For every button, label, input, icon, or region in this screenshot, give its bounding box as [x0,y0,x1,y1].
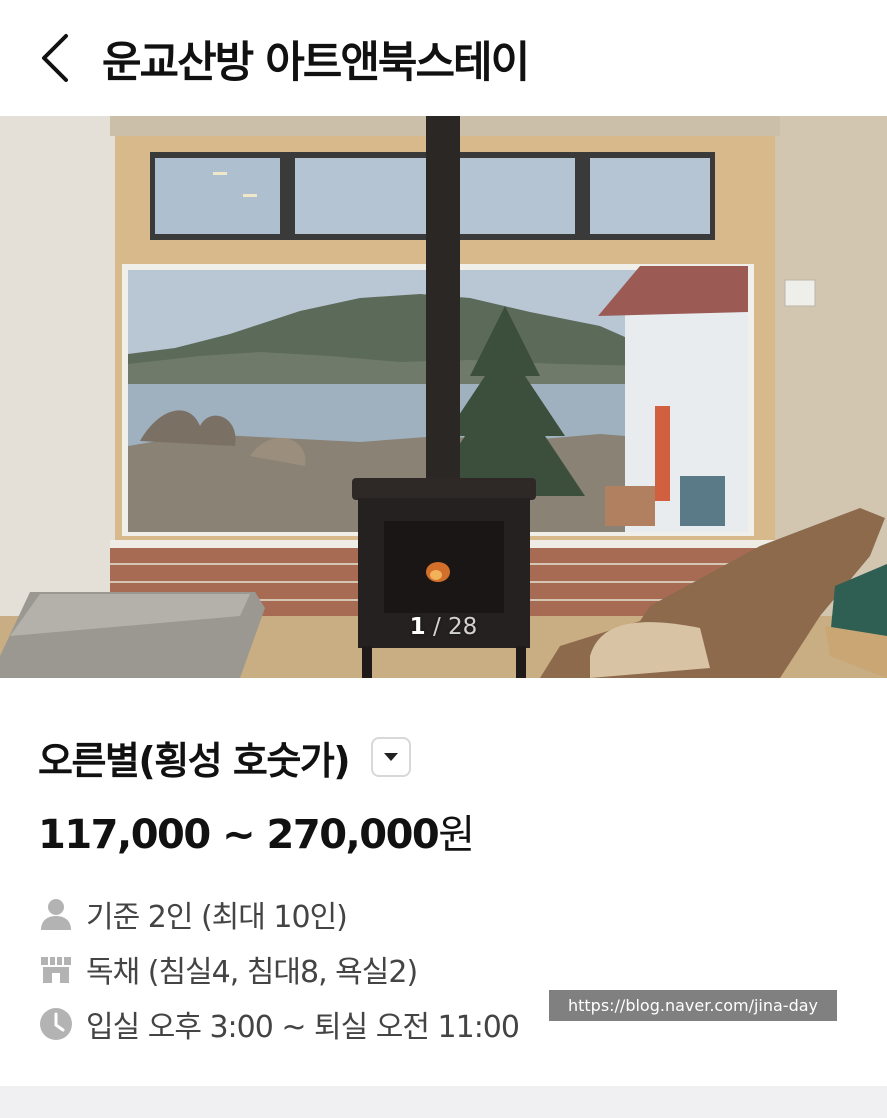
section-divider [0,1086,887,1118]
room-selector-row: 오른별(횡성 호숫가) [38,730,858,784]
chevron-left-icon [42,34,68,82]
room-photo-carousel[interactable] [0,116,887,678]
app-header: 운교산방 아트앤북스테이 [0,0,887,116]
price-unit: 원 [438,812,475,858]
store-icon [41,956,71,983]
room-photo [0,116,887,678]
person-icon [41,898,71,930]
back-button[interactable] [36,30,80,86]
room-details: 기준 2인 (최대 10인) 독채 (침실4, 침대8, 욕실2) 입실 오후 … [38,886,858,1051]
price-range-value: 117,000 ~ 270,000 [38,812,440,858]
clock-icon [40,1007,72,1040]
room-dropdown-button[interactable] [371,737,412,777]
room-name: 오른별(횡성 호숫가) [38,738,351,783]
checkin-text: 입실 오후 3:00 ~ 퇴실 오전 11:00 [86,1009,520,1045]
building-row: 독채 (침실4, 침대8, 욕실2) [38,941,858,996]
blog-watermark: https://blog.naver.com/jina-day [549,990,837,1021]
building-text: 독채 (침실4, 침대8, 욕실2) [86,954,418,990]
page-title: 운교산방 아트앤북스테이 [102,38,530,88]
price-range: 117,000 ~ 270,000원 [38,802,858,860]
capacity-row: 기준 2인 (최대 10인) [38,886,858,941]
capacity-text: 기준 2인 (최대 10인) [86,899,348,935]
caret-down-icon [384,753,399,761]
